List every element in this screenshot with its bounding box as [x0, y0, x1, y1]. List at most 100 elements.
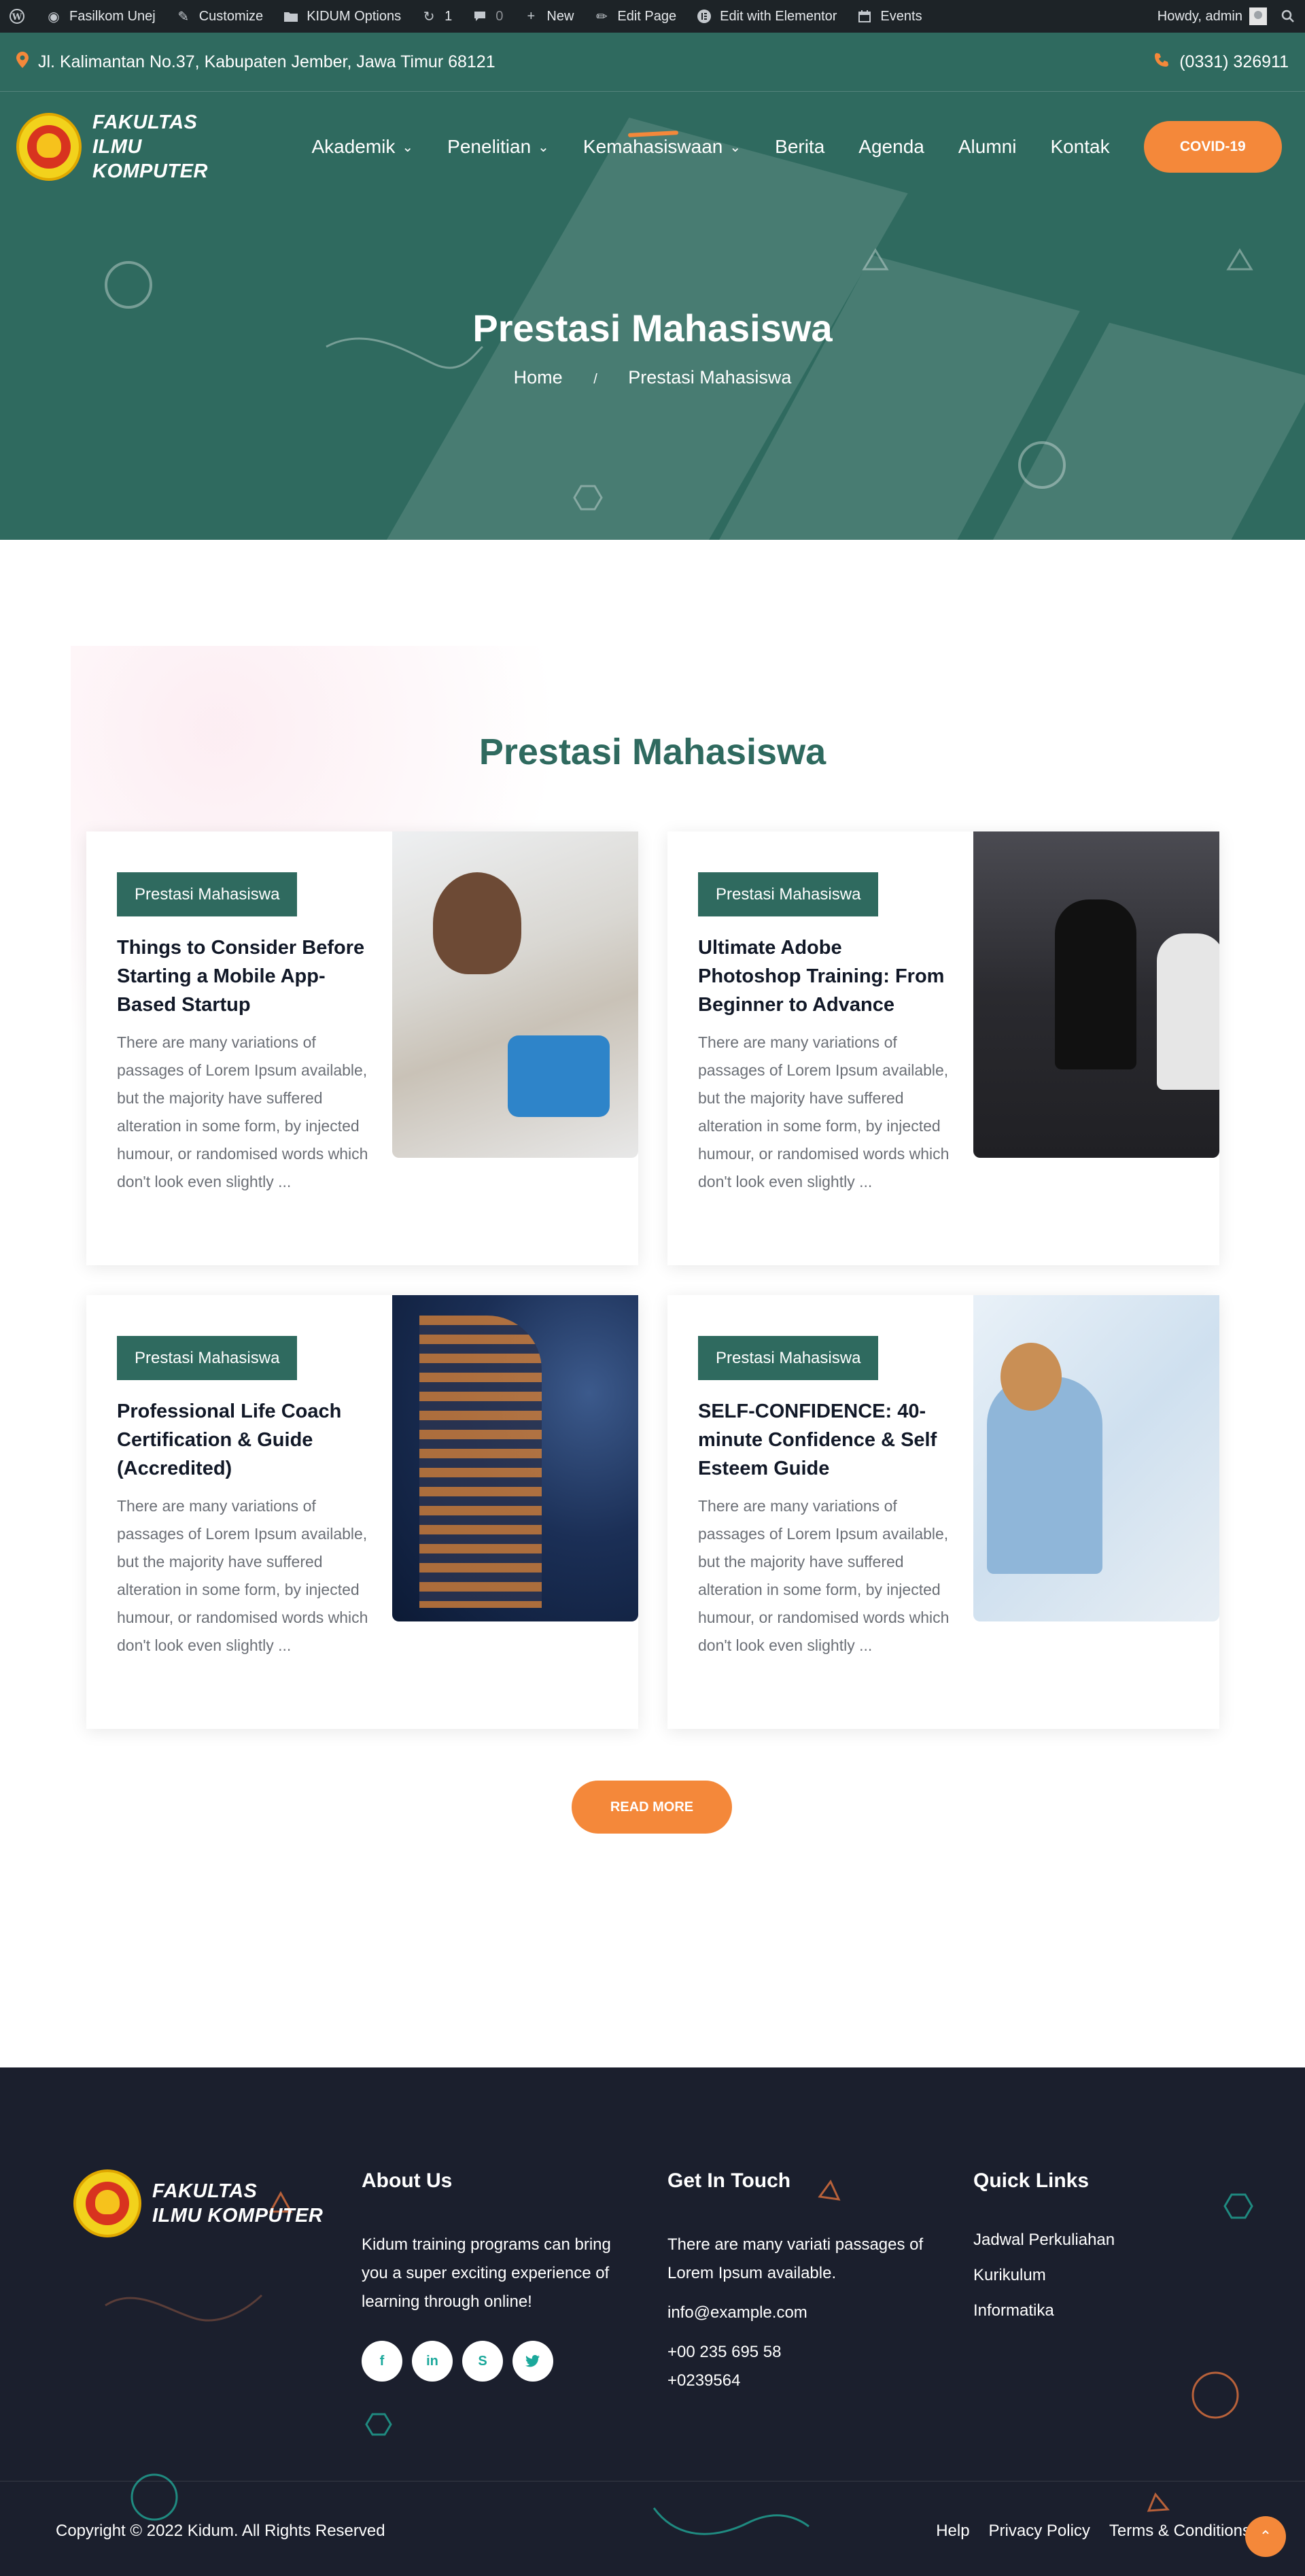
quick-link[interactable]: Kurikulum: [973, 2266, 1218, 2285]
post-thumbnail[interactable]: [973, 1295, 1219, 1621]
main-navigation: FAKULTAS ILMU KOMPUTER Akademik ⌄ Peneli…: [0, 92, 1305, 201]
category-badge[interactable]: Prestasi Mahasiswa: [117, 872, 298, 916]
comments-link[interactable]: 0: [471, 7, 503, 25]
post-title[interactable]: Ultimate Adobe Photoshop Training: From …: [698, 933, 950, 1019]
svg-text:W: W: [12, 12, 22, 22]
breadcrumb-home-link[interactable]: Home: [514, 367, 563, 388]
scroll-to-top-button[interactable]: ⌃: [1245, 2516, 1286, 2557]
chevron-up-icon: ⌃: [1259, 2528, 1272, 2545]
nav-item-label: Kontak: [1050, 136, 1110, 157]
avatar: [1249, 7, 1267, 25]
about-text: Kidum training programs can bring you a …: [362, 2235, 611, 2311]
phone-contact[interactable]: (0331) 326911: [1153, 52, 1289, 73]
nav-item-akademik[interactable]: Akademik ⌄: [311, 136, 413, 158]
updates-link[interactable]: ↻ 1: [420, 7, 453, 25]
theme-options-label: KIDUM Options: [307, 8, 402, 24]
account-menu[interactable]: Howdy, admin: [1158, 7, 1267, 25]
copyright-text: Copyright © 2022 Kidum. All Rights Reser…: [56, 2522, 385, 2540]
edit-page-link[interactable]: ✏ Edit Page: [593, 7, 676, 25]
footer-contact: Get In Touch There are many variati pass…: [667, 2169, 939, 2395]
quick-link[interactable]: Jadwal Perkuliahan: [973, 2231, 1218, 2250]
contact-email[interactable]: info@example.com: [667, 2299, 939, 2327]
updates-count: 1: [445, 8, 453, 24]
location-pin-icon: [16, 51, 29, 73]
customize-link[interactable]: ✎ Customize: [175, 7, 263, 25]
post-card[interactable]: Prestasi Mahasiswa Professional Life Coa…: [86, 1295, 638, 1729]
terms-link[interactable]: Terms & Conditions: [1109, 2522, 1251, 2541]
footer-quick-links: Quick Links Jadwal Perkuliahan Kurikulum…: [973, 2169, 1218, 2337]
university-seal-logo: [73, 2169, 141, 2237]
page-header-hero: Jl. Kalimantan No.37, Kabupaten Jember, …: [0, 33, 1305, 540]
post-card[interactable]: Prestasi Mahasiswa Things to Consider Be…: [86, 831, 638, 1265]
chevron-down-icon: ⌄: [402, 139, 414, 155]
nav-item-penelitian[interactable]: Penelitian ⌄: [447, 136, 549, 158]
events-link[interactable]: Events: [856, 7, 922, 25]
footer-logo-line-1: FAKULTAS: [152, 2180, 258, 2202]
privacy-policy-link[interactable]: Privacy Policy: [989, 2522, 1090, 2541]
search-icon[interactable]: [1279, 7, 1297, 25]
linkedin-icon[interactable]: in: [412, 2341, 453, 2382]
post-title[interactable]: Things to Consider Before Starting a Mob…: [117, 933, 368, 1019]
address-text: Jl. Kalimantan No.37, Kabupaten Jember, …: [38, 52, 495, 71]
post-thumbnail[interactable]: [392, 831, 638, 1158]
customize-label: Customize: [198, 8, 264, 24]
nav-item-agenda[interactable]: Agenda: [858, 136, 924, 158]
footer-logo-line-2: ILMU KOMPUTER: [152, 2205, 324, 2227]
post-thumbnail[interactable]: [392, 1295, 638, 1621]
social-links: f in S: [362, 2341, 633, 2382]
chevron-down-icon: ⌄: [729, 139, 742, 155]
post-title[interactable]: SELF-CONFIDENCE: 40-minute Confidence & …: [698, 1397, 950, 1483]
wp-admin-bar: W ◉ Fasilkom Unej ✎ Customize KIDUM Opti…: [0, 0, 1305, 33]
pencil-icon: ✏: [596, 9, 608, 24]
page-title: Prestasi Mahasiswa: [472, 307, 833, 349]
site-logo[interactable]: FAKULTAS ILMU KOMPUTER: [16, 110, 256, 184]
new-content-link[interactable]: + New: [522, 7, 574, 25]
nav-item-label: Alumni: [958, 136, 1017, 157]
nav-item-label: Kemahasiswaan: [582, 136, 723, 157]
theme-options-link[interactable]: KIDUM Options: [282, 7, 401, 25]
covid-button[interactable]: COVID-19: [1143, 121, 1282, 173]
events-label: Events: [880, 8, 922, 24]
site-name-label: Fasilkom Unej: [69, 8, 156, 24]
wordpress-icon: W: [8, 7, 26, 25]
category-badge[interactable]: Prestasi Mahasiswa: [117, 1336, 298, 1380]
plus-icon: +: [527, 8, 536, 24]
quick-link[interactable]: Informatika: [973, 2301, 1218, 2320]
post-excerpt: There are many variations of passages of…: [698, 1497, 950, 1654]
primary-menu: Akademik ⌄ Penelitian ⌄ Kemahasiswaan ⌄ …: [311, 131, 1143, 158]
nav-item-kontak[interactable]: Kontak: [1050, 136, 1109, 158]
help-link[interactable]: Help: [936, 2522, 969, 2541]
howdy-label: Howdy, admin: [1157, 8, 1242, 24]
quick-links-heading: Quick Links: [973, 2169, 1090, 2192]
wp-logo-menu[interactable]: W: [8, 7, 26, 25]
nav-item-berita[interactable]: Berita: [775, 136, 824, 158]
site-name-link[interactable]: ◉ Fasilkom Unej: [45, 7, 156, 25]
site-footer: FAKULTAS ILMU KOMPUTER About Us Kidum tr…: [0, 2067, 1305, 2576]
post-thumbnail[interactable]: [973, 831, 1219, 1158]
phone-text: (0331) 326911: [1179, 52, 1289, 71]
post-card[interactable]: Prestasi Mahasiswa Ultimate Adobe Photos…: [667, 831, 1219, 1265]
phone-icon: [1153, 52, 1170, 73]
contact-phone-alt[interactable]: +0239564: [667, 2367, 939, 2395]
category-badge[interactable]: Prestasi Mahasiswa: [698, 872, 879, 916]
twitter-icon[interactable]: [512, 2341, 553, 2382]
contact-heading: Get In Touch: [667, 2169, 791, 2192]
comments-count: 0: [495, 8, 504, 24]
footer-about: About Us Kidum training programs can bri…: [362, 2169, 633, 2382]
nav-item-label: Penelitian: [447, 136, 532, 157]
nav-item-alumni[interactable]: Alumni: [958, 136, 1017, 158]
read-more-button[interactable]: READ MORE: [572, 1781, 732, 1834]
nav-item-kemahasiswaan[interactable]: Kemahasiswaan ⌄: [582, 131, 742, 158]
post-card[interactable]: Prestasi Mahasiswa SELF-CONFIDENCE: 40-m…: [667, 1295, 1219, 1729]
brush-icon: ✎: [177, 9, 190, 24]
contact-text: There are many variati passages of Lorem…: [667, 2235, 924, 2282]
footer-bottom-links: Help Privacy Policy Terms & Conditions: [936, 2522, 1251, 2541]
contact-phone[interactable]: +00 235 695 58: [667, 2338, 939, 2367]
skype-icon[interactable]: S: [462, 2341, 503, 2382]
footer-logo[interactable]: FAKULTAS ILMU KOMPUTER: [73, 2169, 323, 2237]
post-title[interactable]: Professional Life Coach Certification & …: [117, 1397, 368, 1483]
university-seal-logo: [16, 113, 82, 181]
facebook-icon[interactable]: f: [362, 2341, 402, 2382]
category-badge[interactable]: Prestasi Mahasiswa: [698, 1336, 879, 1380]
elementor-link[interactable]: Edit with Elementor: [695, 7, 837, 25]
